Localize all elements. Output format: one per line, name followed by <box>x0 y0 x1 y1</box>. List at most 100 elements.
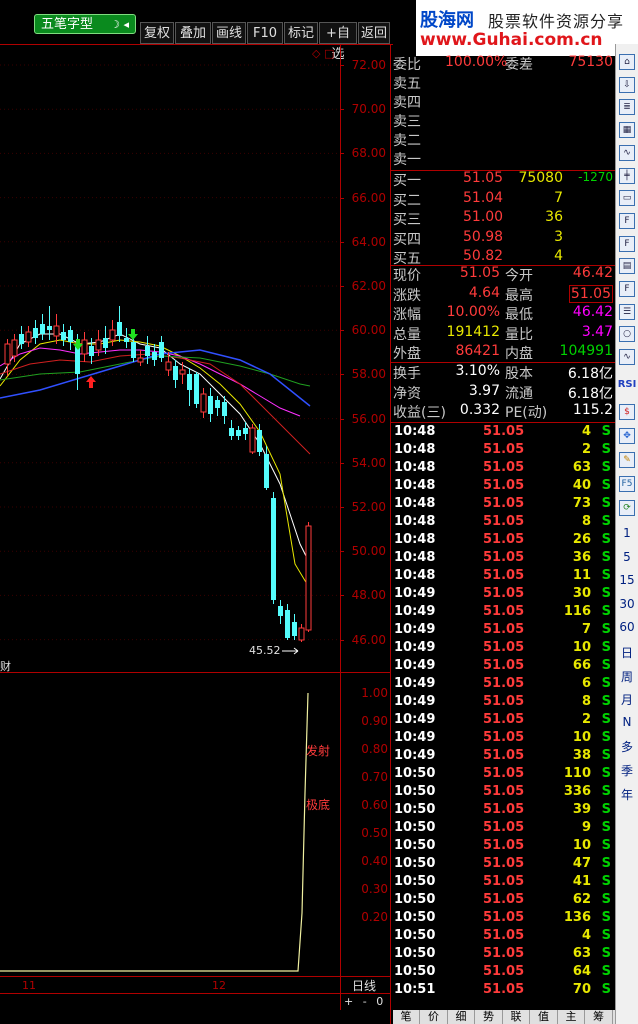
indicator-tick-label: 0.20 <box>361 910 388 924</box>
add-watchlist-button[interactable]: +自选 <box>319 22 357 62</box>
tick-price: 51.05 <box>483 658 525 673</box>
menu-icon[interactable]: ☰ <box>619 303 635 320</box>
period-button[interactable]: 月 <box>616 691 638 708</box>
pencil-icon[interactable]: ✎ <box>619 452 635 468</box>
period-label[interactable]: 日线 <box>352 977 376 994</box>
tick-volume: 70 <box>572 982 591 997</box>
tick-side: S <box>601 946 611 961</box>
tick-volume: 8 <box>581 514 591 529</box>
overlay-button[interactable]: 叠加 <box>175 22 211 44</box>
moon-icon[interactable]: ☽ ◂ <box>110 15 129 35</box>
candle-icon[interactable]: ╪ <box>619 167 635 184</box>
period-button[interactable]: 多 <box>616 738 638 755</box>
tick-side: S <box>601 910 611 925</box>
tick-side: S <box>601 748 611 763</box>
stat-value-2: 51.05 <box>568 284 613 303</box>
period-button[interactable]: 1 <box>616 526 638 540</box>
tick-volume: 9 <box>581 820 591 835</box>
period-button[interactable]: 5 <box>616 550 638 564</box>
home-icon[interactable]: ⌂ <box>619 54 635 70</box>
bottom-tab[interactable]: 势 <box>476 1010 503 1024</box>
bottom-tab[interactable]: 价 <box>421 1010 448 1024</box>
grid-icon[interactable]: ▦ <box>619 122 635 139</box>
period-button[interactable]: 年 <box>616 786 638 803</box>
period-button[interactable]: 30 <box>616 597 638 611</box>
weibi-row: 委比 100.00% 委差 75130 <box>393 54 613 73</box>
candle-body <box>165 361 172 371</box>
formula-tab[interactable]: 五笔字型 ☽ ◂ <box>34 14 136 34</box>
dollar-icon[interactable]: $ <box>619 404 635 420</box>
bottom-tab[interactable]: 笔 <box>393 1010 420 1024</box>
price-tick-label: 54.00 <box>351 455 386 470</box>
candle-body <box>236 430 241 436</box>
bottom-tab[interactable]: 联 <box>503 1010 530 1024</box>
period-button[interactable]: 15 <box>616 573 638 587</box>
tick-row: 10:48 51.05 63 S <box>393 460 615 478</box>
down-arrow-icon[interactable]: ⇩ <box>619 76 635 93</box>
tick-row: 10:50 51.05 47 S <box>393 856 615 874</box>
watermark-logo: 股海网 股票软件资源分享 www.Guhai.com.cn <box>416 0 638 56</box>
bottom-tab[interactable]: 细 <box>448 1010 475 1024</box>
zoom-controls[interactable]: + - 0 <box>344 995 383 1008</box>
list-icon[interactable]: ≣ <box>619 99 635 116</box>
bottom-tab[interactable]: 筹 <box>586 1010 613 1024</box>
window-icon[interactable]: ▭ <box>619 190 635 207</box>
fin-label: 换手 <box>393 366 421 382</box>
tick-price: 51.05 <box>483 532 525 547</box>
wave-icon[interactable]: ∿ <box>619 349 635 366</box>
move-icon[interactable]: ✥ <box>619 428 635 444</box>
zoom-in-button[interactable]: + <box>344 995 353 1008</box>
circle-icon[interactable]: ○ <box>619 326 635 343</box>
fin-value: 0.332 <box>459 402 500 418</box>
period-button[interactable]: 季 <box>616 762 638 779</box>
tick-volume: 6 <box>581 676 591 691</box>
logo-slogan: 股票软件资源分享 <box>488 12 625 31</box>
tick-volume: 39 <box>572 802 591 817</box>
f-icon[interactable]: F <box>619 235 635 252</box>
price-tick <box>340 197 344 199</box>
zoom-out-button[interactable]: - <box>363 995 367 1008</box>
tick-time: 10:49 <box>394 622 436 637</box>
tick-side: S <box>601 550 611 565</box>
f10-button[interactable]: F10 <box>247 22 283 44</box>
tick-price: 51.05 <box>483 874 525 889</box>
fuquan-button[interactable]: 复权 <box>140 22 174 44</box>
f10-icon[interactable]: F <box>619 212 635 229</box>
mark-button[interactable]: 标记 <box>284 22 318 44</box>
indicator-tick-label: 0.60 <box>361 798 388 812</box>
tick-side: S <box>601 802 611 817</box>
indicator-chart[interactable] <box>0 673 340 976</box>
price-chart[interactable] <box>0 44 340 672</box>
bottom-tab[interactable]: 主 <box>558 1010 585 1024</box>
line-chart-icon[interactable]: ∿ <box>619 144 635 161</box>
tick-row: 10:50 51.05 4 S <box>393 928 615 946</box>
tick-row: 10:49 51.05 10 S <box>393 640 615 658</box>
period-button[interactable]: 60 <box>616 620 638 634</box>
doc-icon[interactable]: ▤ <box>619 258 635 275</box>
period-button[interactable]: N <box>616 715 638 729</box>
tick-row: 10:51 51.05 70 S <box>393 982 615 1000</box>
price-tick <box>340 65 344 66</box>
stat-label: 总量 <box>393 326 421 343</box>
period-button[interactable]: 日 <box>616 644 638 661</box>
tick-price: 51.05 <box>483 622 525 637</box>
tick-row: 10:48 51.05 40 S <box>393 478 615 496</box>
stat-value-2: 46.42 <box>572 265 613 281</box>
refresh-icon[interactable]: ⟳ <box>619 500 635 516</box>
bottom-tab[interactable]: 值 <box>531 1010 558 1024</box>
zoom-reset-button[interactable]: 0 <box>376 995 383 1008</box>
fiz-icon[interactable]: F <box>619 281 635 297</box>
tick-side: S <box>601 964 611 979</box>
tick-volume: 116 <box>563 604 591 619</box>
back-button[interactable]: 返回 <box>358 22 390 44</box>
tick-side: S <box>601 856 611 871</box>
rsi-label[interactable]: RSI <box>616 379 638 390</box>
low-pointer <box>282 647 299 655</box>
draw-line-button[interactable]: 画线 <box>212 22 246 44</box>
tick-price: 51.05 <box>483 892 525 907</box>
tick-side: S <box>601 604 611 619</box>
candle-body <box>187 374 192 390</box>
f5-icon[interactable]: F5 <box>619 476 635 492</box>
fin-value: 3.97 <box>468 382 500 399</box>
period-button[interactable]: 周 <box>616 668 638 685</box>
